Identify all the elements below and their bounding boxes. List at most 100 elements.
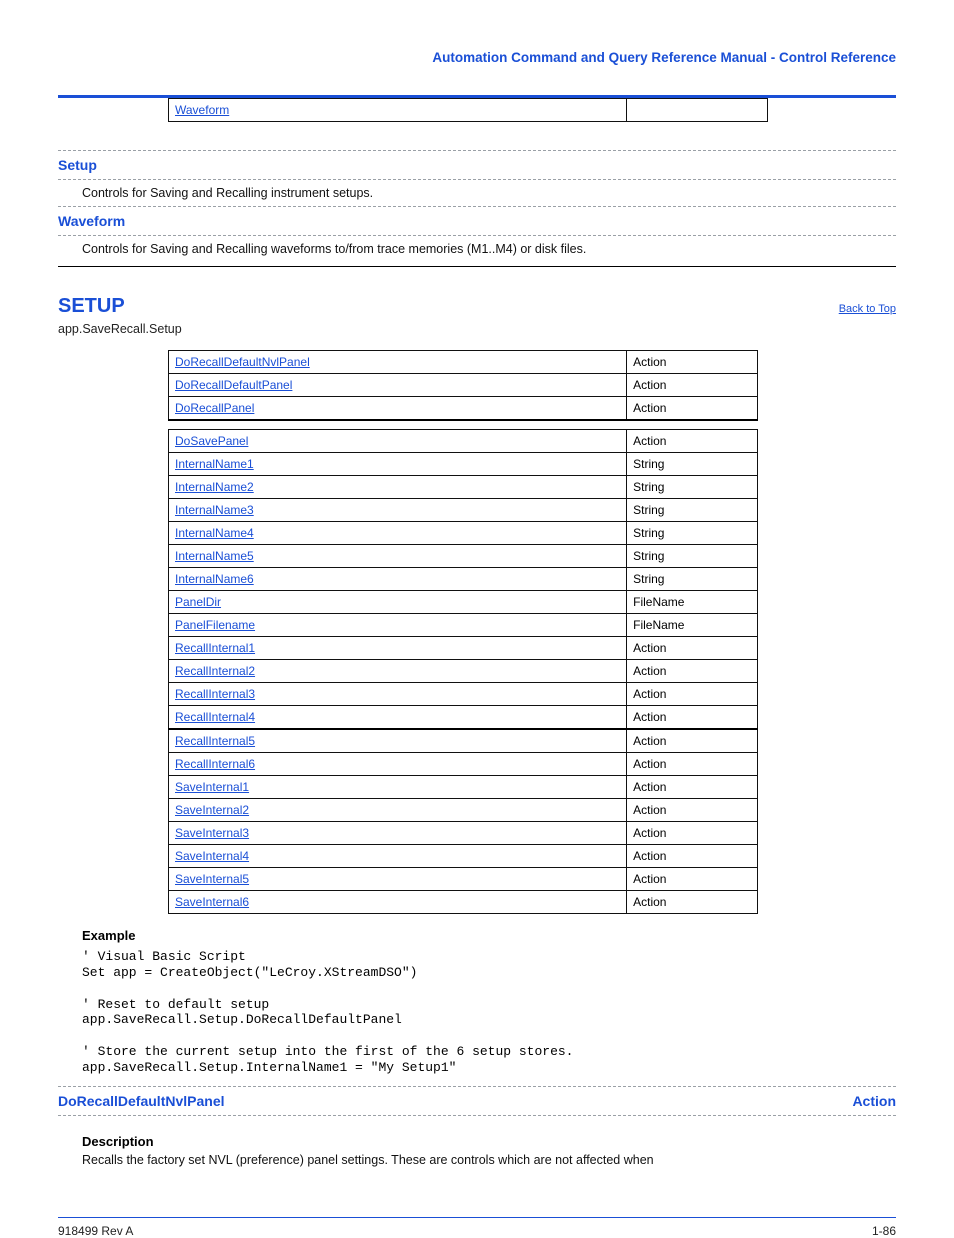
- setup-table-row: RecallInternal3 Action: [169, 683, 758, 706]
- example-code: ' Visual Basic Script Set app = CreateOb…: [82, 949, 896, 1076]
- cell-type: Action: [627, 660, 758, 683]
- description-heading: Description: [82, 1134, 896, 1149]
- link-back-to-top[interactable]: Back to Top: [839, 303, 896, 315]
- footer-rule: [58, 1217, 896, 1218]
- section-rule: [58, 266, 896, 267]
- cell-type: Action: [627, 868, 758, 891]
- cell-type: String: [627, 522, 758, 545]
- setup-table-row: SaveInternal1Action: [169, 776, 758, 799]
- setup-table-row: InternalName2 String: [169, 476, 758, 499]
- entry-waveform-row: Waveform: [58, 213, 896, 229]
- section-head: SETUP Back to Top: [58, 295, 896, 318]
- link-internalname4[interactable]: InternalName4: [175, 526, 254, 540]
- footer: 918499 Rev A 1-86: [58, 1224, 896, 1238]
- link-internalname1[interactable]: InternalName1: [175, 457, 254, 471]
- link-dorecalldefaultpanel[interactable]: DoRecallDefaultPanel: [175, 378, 292, 392]
- separator: [58, 206, 896, 207]
- cell-type: Action: [627, 430, 758, 453]
- link-saveinternal1[interactable]: SaveInternal1: [175, 780, 249, 794]
- link-dosavepanel[interactable]: DoSavePanel: [175, 434, 248, 448]
- link-waveform[interactable]: Waveform: [175, 103, 229, 117]
- link-saveinternal5[interactable]: SaveInternal5: [175, 872, 249, 886]
- footer-left: 918499 Rev A: [58, 1224, 133, 1238]
- link-panelfilename[interactable]: PanelFilename: [175, 618, 255, 632]
- setup-table-row: InternalName1 String: [169, 453, 758, 476]
- description-text: Recalls the factory set NVL (preference)…: [82, 1153, 896, 1167]
- link-saveinternal3[interactable]: SaveInternal3: [175, 826, 249, 840]
- page: Automation Command and Query Reference M…: [58, 50, 896, 1185]
- separator: [58, 1115, 896, 1116]
- link-saveinternal6[interactable]: SaveInternal6: [175, 895, 249, 909]
- separator: [58, 235, 896, 236]
- setup-table-row: InternalName5 String: [169, 545, 758, 568]
- entry-setup-row: Setup: [58, 157, 896, 173]
- setup-table-row: DoRecallPanel Action: [169, 397, 758, 421]
- entry-title: Waveform: [58, 213, 125, 229]
- cell-type: Action: [627, 891, 758, 914]
- link-recallinternal1[interactable]: RecallInternal1: [175, 641, 255, 655]
- setup-table-row: SaveInternal3 Action: [169, 822, 758, 845]
- cell-type: Action: [627, 637, 758, 660]
- entry-desc: Controls for Saving and Recalling wavefo…: [82, 242, 896, 256]
- cell-type: Action: [627, 753, 758, 776]
- cell-type: String: [627, 476, 758, 499]
- separator: [58, 150, 896, 151]
- setup-table-row: DoRecallDefaultNvlPanel Action: [169, 351, 758, 374]
- setup-table-row: SaveInternal6 Action: [169, 891, 758, 914]
- cell-type: FileName: [627, 591, 758, 614]
- entry-desc: Controls for Saving and Recalling instru…: [82, 186, 896, 200]
- setup-table-row: PanelFilename FileName: [169, 614, 758, 637]
- link-saveinternal4[interactable]: SaveInternal4: [175, 849, 249, 863]
- cell-type: Action: [627, 845, 758, 868]
- link-saveinternal2[interactable]: SaveInternal2: [175, 803, 249, 817]
- entry-title: Setup: [58, 157, 97, 173]
- link-dorecallpanel[interactable]: DoRecallPanel: [175, 401, 254, 415]
- section-title: SETUP: [58, 295, 125, 318]
- cell-type: String: [627, 499, 758, 522]
- cell-type: Action: [627, 374, 758, 397]
- link-internalname3[interactable]: InternalName3: [175, 503, 254, 517]
- cell-type: Action: [627, 822, 758, 845]
- setup-table-row: RecallInternal4 Action: [169, 706, 758, 730]
- cell-type: Action: [627, 683, 758, 706]
- entry-title: DoRecallDefaultNvlPanel: [58, 1093, 225, 1109]
- separator: [58, 1086, 896, 1087]
- cell-type: String: [627, 453, 758, 476]
- header-brand: Automation Command and Query Reference M…: [58, 50, 896, 65]
- link-recallinternal2[interactable]: RecallInternal2: [175, 664, 255, 678]
- separator: [58, 179, 896, 180]
- link-recallinternal4[interactable]: RecallInternal4: [175, 710, 255, 724]
- cell-type: FileName: [627, 614, 758, 637]
- setup-table: DoRecallDefaultNvlPanelActionDoRecallDef…: [168, 350, 758, 914]
- setup-table-row: DoSavePanel Action: [169, 430, 758, 453]
- setup-table-row: SaveInternal4 Action: [169, 845, 758, 868]
- setup-table-row: DoRecallDefaultPanel Action: [169, 374, 758, 397]
- setup-table-row: InternalName6 String: [169, 568, 758, 591]
- setup-table-row: InternalName3 String: [169, 499, 758, 522]
- setup-table-row: RecallInternal1 Action: [169, 637, 758, 660]
- link-paneldir[interactable]: PanelDir: [175, 595, 221, 609]
- setup-table-row: PanelDir FileName: [169, 591, 758, 614]
- setup-table-row: RecallInternal5 Action: [169, 729, 758, 753]
- section-path: app.SaveRecall.Setup: [58, 322, 896, 336]
- cell-type: String: [627, 545, 758, 568]
- setup-table-row: SaveInternal2Action: [169, 799, 758, 822]
- setup-table-row: InternalName4 String: [169, 522, 758, 545]
- link-recallinternal6[interactable]: RecallInternal6: [175, 757, 255, 771]
- link-recallinternal5[interactable]: RecallInternal5: [175, 734, 255, 748]
- example-heading: Example: [82, 928, 896, 943]
- final-entry-row: DoRecallDefaultNvlPanel Action: [58, 1093, 896, 1109]
- link-internalname6[interactable]: InternalName6: [175, 572, 254, 586]
- cell-type: Action: [627, 729, 758, 753]
- entry-type: Action: [852, 1093, 896, 1109]
- cell-type: Action: [627, 351, 758, 374]
- cell-type: String: [627, 568, 758, 591]
- top-table: Waveform: [168, 98, 768, 122]
- link-internalname5[interactable]: InternalName5: [175, 549, 254, 563]
- link-internalname2[interactable]: InternalName2: [175, 480, 254, 494]
- cell-type: Action: [627, 706, 758, 730]
- link-recallinternal3[interactable]: RecallInternal3: [175, 687, 255, 701]
- top-table-row: Waveform: [169, 99, 768, 122]
- link-dorecalldefaultnvlpanel[interactable]: DoRecallDefaultNvlPanel: [175, 355, 310, 369]
- cell-type: Action: [627, 397, 758, 421]
